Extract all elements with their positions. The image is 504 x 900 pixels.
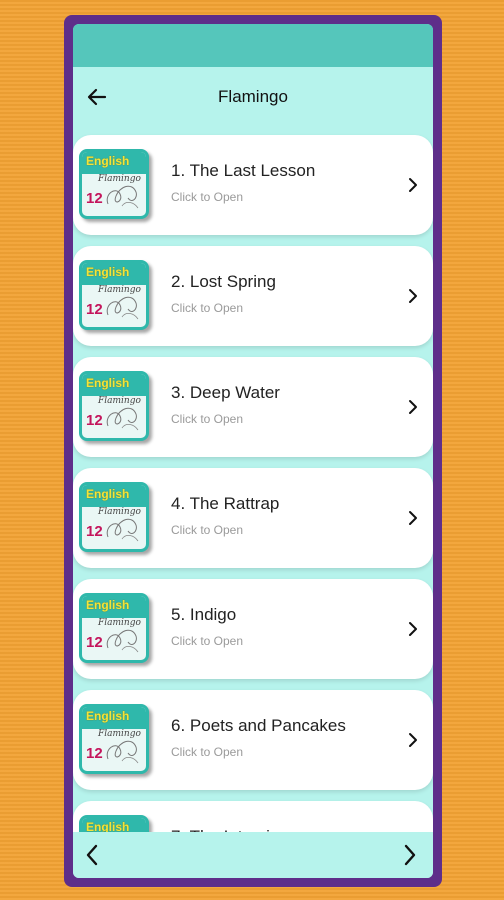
book-cover-thumbnail: English Flamingo 12 — [79, 149, 149, 219]
chapter-title: 6. Poets and Pancakes — [171, 716, 346, 735]
book-cover-thumbnail: English Flamingo 12 — [79, 260, 149, 330]
chapter-subtitle: Click to Open — [171, 412, 244, 426]
cover-grade: 12 — [86, 523, 103, 540]
chapter-card[interactable]: English Flamingo 12 1. The Last Lesson C… — [73, 135, 433, 235]
bottom-nav-bar — [73, 832, 433, 878]
cover-title: English — [86, 709, 130, 723]
cover-grade: 12 — [86, 745, 103, 762]
status-bar — [73, 24, 433, 67]
chapter-subtitle: Click to Open — [171, 190, 244, 204]
flamingo-sketch-icon — [106, 740, 139, 764]
chapter-card[interactable]: English Flamingo 12 5. Indigo Click to O… — [73, 579, 433, 679]
chapter-card[interactable]: English Flamingo 12 2. Lost Spring Click… — [73, 246, 433, 346]
cover-grade: 12 — [86, 634, 103, 651]
chapter-subtitle: Click to Open — [171, 634, 244, 648]
chapter-subtitle: Click to Open — [171, 523, 244, 537]
chevron-left-icon — [86, 844, 98, 866]
flamingo-sketch-icon — [106, 407, 139, 431]
cover-title: English — [86, 598, 130, 612]
book-cover-thumbnail: English Flamingo 12 — [79, 482, 149, 552]
chapter-list: English Flamingo 12 1. The Last Lesson C… — [73, 127, 433, 832]
cover-title: English — [86, 265, 130, 279]
book-cover-thumbnail: English Flamingo 12 — [79, 593, 149, 663]
chapter-title: 5. Indigo — [171, 605, 237, 624]
cover-title: English — [86, 154, 130, 168]
app-bar: Flamingo — [73, 67, 433, 127]
flamingo-sketch-icon — [106, 629, 139, 653]
chapter-title: 1. The Last Lesson — [171, 161, 316, 180]
cover-grade: 12 — [86, 301, 103, 318]
app-screen: Flamingo English Flamingo 12 1. The Last… — [73, 24, 433, 878]
chapter-subtitle: Click to Open — [171, 745, 244, 759]
previous-button[interactable] — [77, 840, 107, 870]
chapter-title: 3. Deep Water — [171, 383, 280, 402]
cover-title: English — [86, 820, 130, 832]
cover-grade: 12 — [86, 190, 103, 207]
chapter-card[interactable]: English Flamingo 12 7. The Interview Cli… — [73, 801, 433, 832]
chevron-right-icon — [409, 622, 417, 636]
next-button[interactable] — [395, 840, 425, 870]
chevron-right-icon — [409, 400, 417, 414]
cover-title: English — [86, 487, 130, 501]
chevron-right-icon — [409, 289, 417, 303]
flamingo-sketch-icon — [106, 518, 139, 542]
book-cover-thumbnail: English Flamingo 12 — [79, 815, 149, 832]
flamingo-sketch-icon — [106, 185, 139, 209]
chapter-card[interactable]: English Flamingo 12 6. Poets and Pancake… — [73, 690, 433, 790]
cover-grade: 12 — [86, 412, 103, 429]
device-frame: Flamingo English Flamingo 12 1. The Last… — [64, 15, 442, 887]
book-cover-thumbnail: English Flamingo 12 — [79, 371, 149, 441]
chevron-right-icon — [409, 178, 417, 192]
cover-title: English — [86, 376, 130, 390]
chevron-right-icon — [404, 844, 416, 866]
chevron-right-icon — [409, 511, 417, 525]
book-cover-thumbnail: English Flamingo 12 — [79, 704, 149, 774]
flamingo-sketch-icon — [106, 296, 139, 320]
chapter-card[interactable]: English Flamingo 12 4. The Rattrap Click… — [73, 468, 433, 568]
chapter-subtitle: Click to Open — [171, 301, 244, 315]
chapter-title: 2. Lost Spring — [171, 272, 276, 291]
chapter-card[interactable]: English Flamingo 12 3. Deep Water Click … — [73, 357, 433, 457]
page-title: Flamingo — [218, 87, 288, 106]
chapter-title: 4. The Rattrap — [171, 494, 280, 513]
chevron-right-icon — [409, 733, 417, 747]
